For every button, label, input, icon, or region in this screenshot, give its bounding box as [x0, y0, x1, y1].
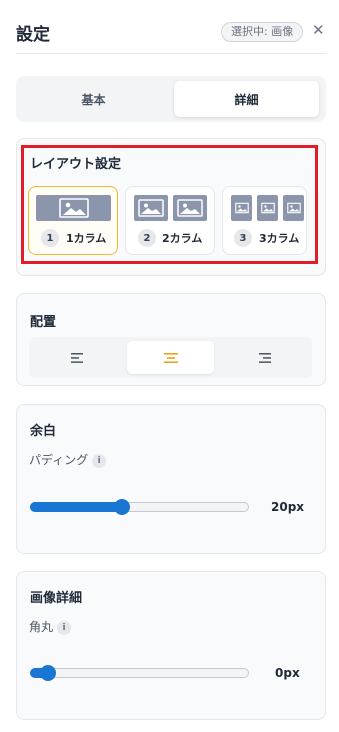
slider-fill — [30, 502, 121, 512]
image-placeholder-icon — [173, 195, 207, 221]
option-label: 2カラム — [162, 232, 203, 245]
slider-thumb[interactable] — [114, 499, 130, 515]
corner-radius-slider[interactable] — [30, 665, 249, 681]
layout-option-2-column[interactable]: 2 2カラム — [125, 186, 215, 255]
align-center-icon — [163, 352, 178, 363]
option-label: 1カラム — [66, 232, 107, 245]
align-right-button[interactable] — [221, 341, 308, 374]
align-center-button[interactable] — [127, 341, 214, 374]
slider-thumb[interactable] — [40, 665, 56, 681]
selection-badge: 選択中: 画像 — [221, 22, 304, 42]
tab-advanced[interactable]: 詳細 — [174, 81, 319, 117]
padding-slider[interactable] — [30, 499, 249, 515]
radius-value: 0px — [275, 666, 300, 680]
margin-card: 余白 — [16, 404, 326, 554]
padding-value: 20px — [271, 500, 305, 514]
alignment-toggle-group — [29, 337, 312, 378]
panel-title: 設定 — [16, 25, 50, 45]
align-left-button[interactable] — [33, 341, 120, 374]
option-number-badge: 1 — [41, 229, 59, 247]
margin-section-title: 余白 — [30, 424, 57, 439]
layout-option-1-column[interactable]: 1 1カラム — [28, 186, 118, 255]
image-placeholder-icon — [257, 195, 278, 221]
radius-label: 角丸 — [29, 620, 54, 634]
layout-option-3-column[interactable]: 3 3カラム — [222, 186, 307, 255]
padding-label: パディング — [29, 453, 89, 467]
alignment-section-title: 配置 — [30, 315, 57, 330]
panel-header: 設定 選択中: 画像 ✕ — [16, 18, 326, 54]
tab-bar: 基本 詳細 — [16, 76, 326, 122]
option-label: 3カラム — [259, 232, 300, 245]
align-right-icon — [258, 352, 271, 363]
image-detail-card: 画像詳細 — [16, 571, 326, 720]
info-icon[interactable]: i — [92, 454, 107, 468]
image-placeholder-icon — [134, 195, 168, 221]
tab-basic[interactable]: 基本 — [21, 81, 166, 117]
image-placeholder-icon — [231, 195, 252, 221]
image-placeholder-icon — [283, 195, 304, 221]
info-icon[interactable]: i — [57, 621, 72, 635]
align-left-icon — [70, 352, 83, 363]
option-number-badge: 3 — [234, 229, 252, 247]
padding-label-row: パディング i — [29, 451, 107, 468]
option-number-badge: 2 — [138, 229, 156, 247]
image-detail-section-title: 画像詳細 — [30, 591, 83, 606]
layout-section-title: レイアウト設定 — [30, 157, 122, 172]
close-icon[interactable]: ✕ — [312, 21, 325, 39]
image-placeholder-icon — [36, 195, 111, 221]
radius-label-row: 角丸 i — [29, 618, 72, 635]
